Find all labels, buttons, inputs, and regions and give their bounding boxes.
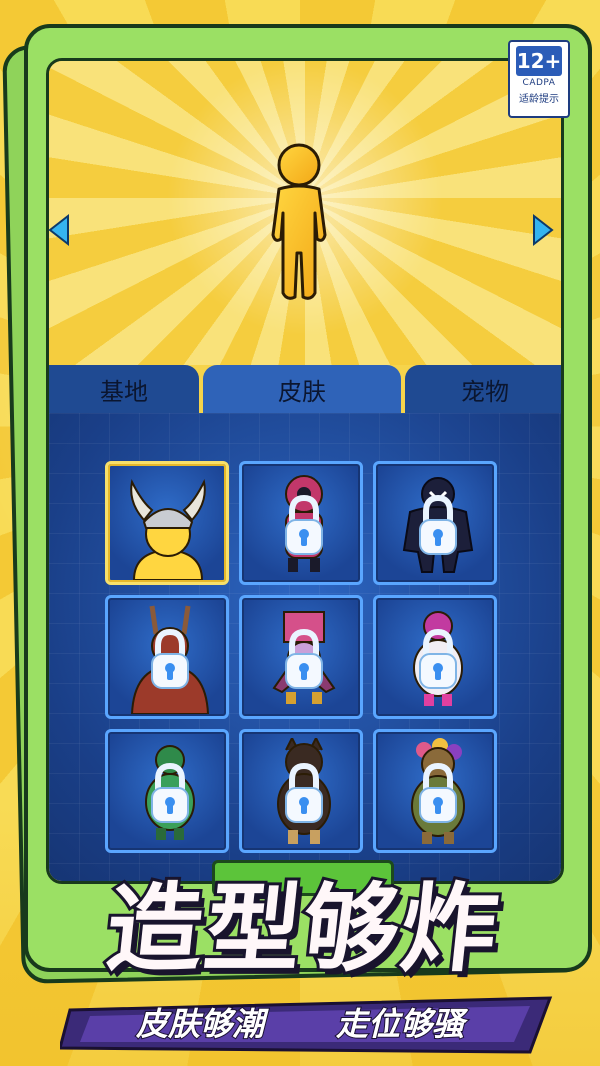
skin-cell-red-horned[interactable] — [105, 595, 229, 719]
lock-icon — [151, 628, 189, 689]
tagline-left: 皮肤够潮 — [135, 1004, 265, 1044]
skin-card: 基地 皮肤 宠物 — [46, 58, 564, 884]
tab-pet-label: 宠物 — [461, 377, 509, 406]
tab-base-label: 基地 — [100, 377, 148, 406]
skin-cell-cat-hood[interactable] — [239, 729, 363, 853]
lock-icon — [285, 494, 323, 555]
lock-icon — [151, 762, 189, 823]
tab-pet[interactable]: 宠物 — [405, 365, 561, 413]
arrow-left-icon[interactable] — [44, 212, 70, 248]
age-rating-tip: 适龄提示 — [519, 94, 559, 105]
category-tabs: 基地 皮肤 宠物 — [49, 365, 561, 413]
skin-grid — [49, 413, 561, 881]
lock-icon — [285, 628, 323, 689]
skin-cell-green-turtle[interactable] — [105, 729, 229, 853]
skin-cell-venom[interactable] — [373, 461, 497, 585]
skin-cell-box-head[interactable] — [239, 595, 363, 719]
age-rating-badge: 12+ CADPA 适龄提示 — [508, 40, 570, 118]
lock-icon — [419, 628, 457, 689]
lock-icon — [285, 762, 323, 823]
lock-icon — [419, 762, 457, 823]
age-rating-number: 12+ — [516, 46, 562, 76]
arrow-right-icon[interactable] — [532, 212, 558, 248]
headline-banner: 造型够炸 — [44, 860, 564, 988]
viking-skin-icon — [130, 478, 206, 580]
tab-base[interactable]: 基地 — [49, 365, 199, 413]
skin-cell-viking[interactable] — [105, 461, 229, 585]
tab-skin[interactable]: 皮肤 — [203, 365, 401, 413]
age-rating-org: CADPA — [522, 78, 556, 88]
skin-cell-pink-round[interactable] — [373, 595, 497, 719]
lock-icon — [419, 494, 457, 555]
tagline-right: 走位够骚 — [335, 1004, 465, 1044]
tab-skin-label: 皮肤 — [278, 377, 326, 406]
headline-text: 造型够炸 — [98, 870, 508, 988]
character-figure-icon — [271, 143, 327, 300]
tagline-text-row: 皮肤够潮 走位够骚 — [100, 998, 500, 1046]
character-preview — [49, 61, 561, 365]
skin-cell-flower-hair[interactable] — [373, 729, 497, 853]
skin-cell-pink-guard[interactable] — [239, 461, 363, 585]
